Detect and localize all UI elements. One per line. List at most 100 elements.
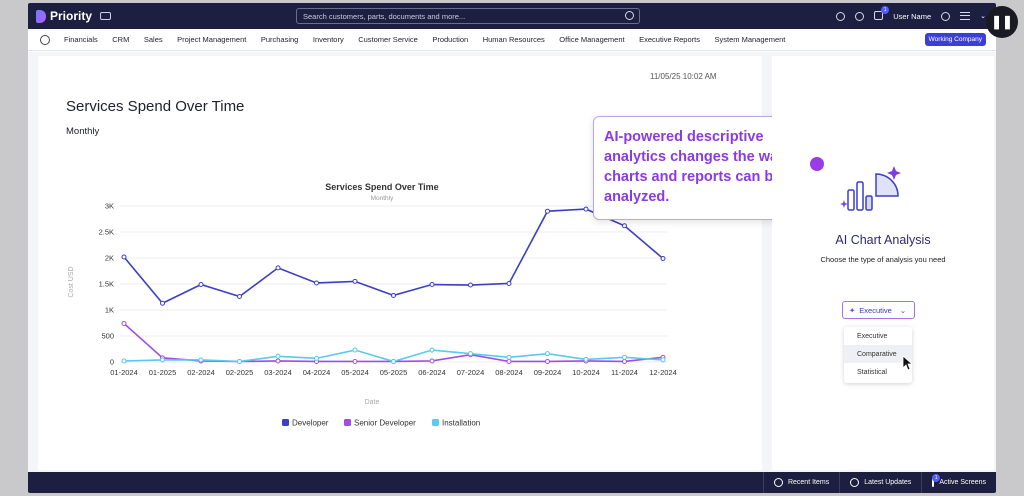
nav-item-project-management[interactable]: Project Management	[177, 35, 246, 44]
data-point-installation	[352, 347, 358, 353]
bell-icon[interactable]	[855, 11, 865, 21]
notification-badge: 1	[881, 5, 890, 14]
data-point-developer	[198, 282, 204, 288]
series-line-senior-developer	[123, 322, 664, 363]
main-content: 11/05/25 10:02 AM Services Spend Over Ti…	[28, 52, 996, 472]
recent-items-label: Recent Items	[787, 479, 830, 486]
search-icon[interactable]	[625, 11, 634, 20]
nav-item-human-resources[interactable]: Human Resources	[483, 35, 545, 44]
keyboard-icon[interactable]	[100, 12, 112, 20]
global-search-input[interactable]: Search customers, parts, documents and m…	[296, 8, 640, 24]
x-tick-label: 09-2024	[534, 368, 562, 377]
ai-chart-icon	[840, 166, 901, 211]
active-screens-label: Active Screens	[939, 479, 986, 486]
pause-button[interactable]: ❚❚	[986, 6, 1018, 38]
series-line-developer	[123, 208, 664, 305]
x-tick-label: 04-2024	[303, 368, 331, 377]
nav-item-office-management[interactable]: Office Management	[559, 35, 624, 44]
nav-item-customer-service[interactable]: Customer Service	[358, 35, 418, 44]
latest-updates-label: Latest Updates	[864, 479, 912, 486]
option-executive[interactable]: Executive	[844, 327, 912, 345]
search-placeholder: Search customers, parts, documents and m…	[303, 12, 466, 21]
x-tick-label: 11-2024	[611, 368, 638, 377]
data-point-installation	[237, 358, 242, 364]
decorative-dot	[810, 157, 824, 171]
mouse-cursor-icon	[902, 355, 914, 371]
help-icon[interactable]	[941, 11, 951, 21]
x-tick-label: 05-2024	[341, 368, 369, 377]
pause-icon: ❚❚	[991, 14, 1013, 29]
y-tick-label: 1K	[105, 306, 114, 315]
module-nav: Financials CRM Sales Project Management …	[28, 29, 996, 51]
nav-item-system-management[interactable]: System Management	[715, 35, 786, 44]
working-company-button[interactable]: Working Company	[924, 33, 986, 46]
tasks-button[interactable]: 1	[874, 5, 890, 22]
chevron-down-icon[interactable]: ⌄	[980, 12, 986, 20]
select-value: Executive	[859, 305, 892, 315]
y-axis-label: Cost USD	[68, 266, 75, 297]
legend-label-senior-developer: Senior Developer	[354, 419, 416, 428]
x-tick-label: 02-2025	[226, 368, 254, 377]
user-name[interactable]: User Name	[893, 12, 931, 21]
nav-item-production[interactable]: Production	[432, 35, 468, 44]
nav-item-financials[interactable]: Financials	[64, 35, 98, 44]
data-point-senior-developer	[506, 358, 512, 364]
legend-swatch-installation	[432, 419, 439, 426]
data-point-developer	[506, 280, 512, 286]
nav-search-icon[interactable]	[40, 34, 50, 45]
x-axis-label: Date	[365, 399, 380, 406]
legend-swatch-developer	[282, 419, 289, 426]
latest-updates-button[interactable]: Latest Updates	[839, 472, 921, 493]
chevron-down-icon: ⌄	[899, 305, 907, 315]
ai-panel-title: AI Chart Analysis	[835, 233, 931, 247]
legend-label-developer: Developer	[292, 419, 329, 428]
lightbulb-icon[interactable]	[836, 11, 846, 21]
x-tick-label: 08-2024	[495, 368, 523, 377]
x-tick-label: 05-2025	[380, 368, 408, 377]
y-tick-label: 1.5K	[99, 280, 114, 289]
y-tick-label: 2.5K	[99, 228, 114, 237]
active-screens-icon-wrap: 1	[932, 474, 941, 487]
nav-item-purchasing[interactable]: Purchasing	[261, 35, 299, 44]
data-point-developer	[275, 265, 281, 271]
data-point-developer	[160, 300, 165, 306]
active-screens-button[interactable]: 1 Active Screens	[921, 472, 996, 493]
nav-item-crm[interactable]: CRM	[112, 35, 129, 44]
chart-title: Services Spend Over Time	[325, 182, 438, 192]
data-point-senior-developer	[545, 358, 550, 364]
app-name: Priority	[50, 9, 93, 23]
data-point-developer	[583, 206, 589, 212]
data-point-installation	[198, 357, 204, 363]
app-window: Priority Search customers, parts, docume…	[28, 3, 996, 493]
recent-items-button[interactable]: Recent Items	[762, 472, 839, 493]
top-bar: Priority Search customers, parts, docume…	[28, 3, 996, 29]
nav-item-executive-reports[interactable]: Executive Reports	[639, 35, 700, 44]
data-point-senior-developer	[275, 358, 281, 364]
chart-subtitle: Monthly	[371, 195, 395, 202]
y-tick-label: 0	[110, 358, 114, 367]
priority-logo-icon	[36, 9, 46, 23]
data-point-senior-developer	[121, 321, 127, 327]
sparkle-icon: ✦	[849, 305, 856, 315]
priority-logo[interactable]: Priority	[36, 9, 112, 23]
analysis-type-select[interactable]: ✦ Executive ⌄	[842, 301, 915, 319]
data-point-senior-developer	[352, 358, 358, 364]
data-point-developer	[622, 223, 627, 229]
data-point-installation	[391, 358, 396, 364]
data-point-developer	[391, 292, 396, 298]
data-point-developer	[468, 282, 473, 288]
legend-label-installation: Installation	[442, 419, 480, 428]
x-tick-label: 06-2024	[418, 368, 446, 377]
bottom-bar: Recent Items Latest Updates 1 Active Scr…	[28, 472, 996, 493]
data-point-developer	[314, 280, 319, 286]
data-point-installation	[622, 354, 627, 360]
ai-panel-subtitle: Choose the type of analysis you need	[820, 255, 946, 264]
menu-icon[interactable]	[960, 12, 971, 20]
data-point-installation	[660, 357, 666, 363]
data-point-developer	[429, 282, 435, 288]
callout-text: AI-powered descriptive analytics changes…	[604, 129, 787, 205]
nav-item-inventory[interactable]: Inventory	[313, 35, 344, 44]
nav-item-sales[interactable]: Sales	[144, 35, 163, 44]
legend-swatch-senior-developer	[344, 419, 351, 426]
y-tick-label: 2K	[105, 254, 114, 263]
